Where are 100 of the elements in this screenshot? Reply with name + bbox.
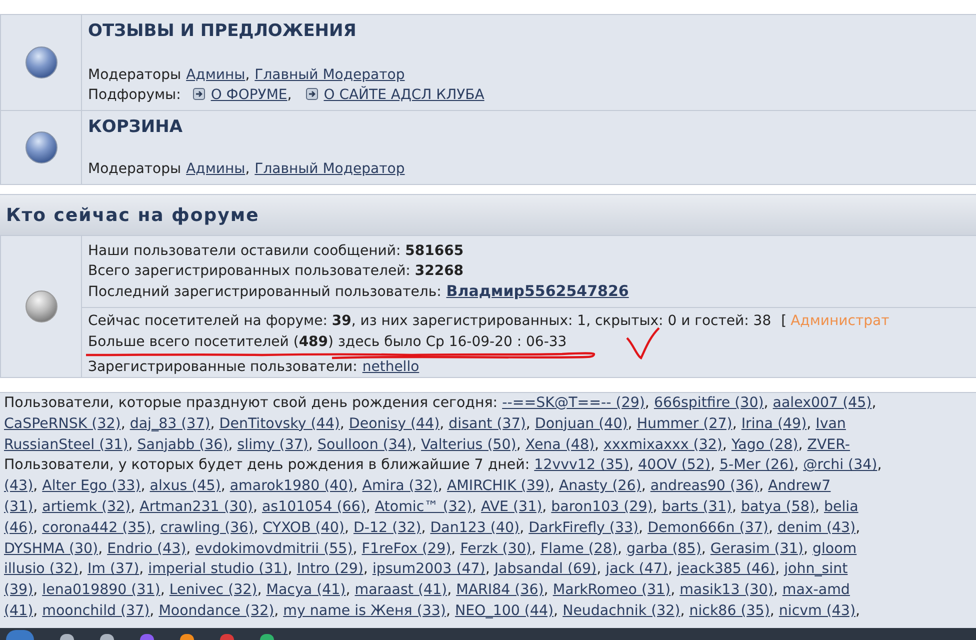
user-link[interactable]: xxxmixaxxx (32) — [604, 436, 722, 453]
user-link[interactable]: Владмир5562547826 — [446, 282, 629, 300]
user-link[interactable]: andreas90 (36) — [650, 478, 760, 494]
user-link[interactable]: aalex007 (45) — [772, 395, 872, 411]
user-link[interactable]: (31) — [4, 498, 34, 515]
user-link[interactable]: barts (31) — [662, 498, 732, 515]
user-link[interactable]: (43) — [4, 478, 34, 494]
subforum-link[interactable]: О ФОРУМЕ — [210, 87, 288, 103]
user-link[interactable]: --==SK@T==-- (29) — [502, 395, 645, 411]
moderator-link[interactable]: Главный Модератор — [254, 67, 405, 83]
user-link[interactable]: Alter Ego (33) — [42, 478, 141, 494]
user-link[interactable]: gloom — [812, 540, 857, 557]
user-link[interactable]: john_sint — [784, 561, 848, 578]
taskbar-app-icon[interactable] — [100, 634, 114, 640]
taskbar-app-icon[interactable] — [260, 634, 274, 640]
user-link[interactable]: Donjuan (40) — [534, 416, 628, 432]
user-link[interactable]: masik13 (30) — [680, 582, 774, 598]
user-link[interactable]: Andrew7 — [768, 478, 831, 494]
user-link[interactable]: Irina (49) — [741, 416, 807, 432]
user-link[interactable]: Endrio (43) — [107, 540, 186, 557]
user-link[interactable]: MarkRomeo (31) — [552, 582, 671, 598]
user-link[interactable]: as101054 (66) — [262, 498, 366, 515]
user-link[interactable]: artiemk (32) — [42, 498, 131, 515]
user-link[interactable]: Gerasim (31) — [710, 540, 804, 557]
user-link[interactable]: jeack385 (46) — [676, 561, 776, 578]
user-link[interactable]: AVE (31) — [481, 498, 542, 515]
user-link[interactable]: F1reFox (29) — [362, 540, 452, 557]
user-link[interactable]: ipsum2003 (47) — [372, 561, 486, 578]
user-link[interactable]: Hummer (27) — [636, 416, 732, 432]
user-link[interactable]: Dan123 (40) — [430, 520, 520, 536]
user-link[interactable]: denim (43) — [777, 520, 856, 536]
user-link[interactable]: alxus (45) — [150, 478, 221, 494]
user-link[interactable]: Artman231 (30) — [140, 498, 253, 515]
user-link[interactable]: jack (47) — [606, 561, 668, 578]
user-link[interactable]: Jabsandal (69) — [494, 561, 597, 578]
user-link[interactable]: CaSPeRNSK (32) — [4, 416, 121, 432]
user-link[interactable]: evdokimovdmitrii (55) — [195, 540, 353, 557]
user-link[interactable]: Lenivec (32) — [169, 582, 258, 598]
user-link[interactable]: Xena (48) — [525, 436, 595, 453]
user-link[interactable]: Im (37) — [88, 561, 140, 578]
user-link[interactable]: DarkFirefly (33) — [528, 520, 639, 536]
user-link[interactable]: 12vvv12 (35) — [534, 457, 630, 474]
user-link[interactable]: imperial studio (31) — [148, 561, 288, 578]
moderator-link[interactable]: Главный Модератор — [254, 161, 405, 177]
user-link[interactable]: lena019890 (31) — [42, 582, 160, 598]
user-link[interactable]: Sanjabb (36) — [137, 436, 228, 453]
taskbar-app-icon[interactable] — [220, 634, 234, 640]
subforum-link[interactable]: О САЙТЕ АДСЛ КЛУБА — [324, 87, 484, 103]
user-link[interactable]: 40OV (52) — [638, 457, 710, 474]
user-link[interactable]: 5-Mer (26) — [719, 457, 794, 474]
user-link[interactable]: my name is Женя (33) — [283, 602, 446, 619]
user-link[interactable]: Soulloon (34) — [317, 436, 412, 453]
user-link[interactable]: max-amd — [782, 582, 850, 598]
user-link[interactable]: crawling (36) — [160, 520, 254, 536]
start-button[interactable] — [6, 630, 34, 640]
user-link[interactable]: corona442 (35) — [42, 520, 152, 536]
user-link[interactable]: Ivan — [816, 416, 846, 432]
user-link[interactable]: Valterius (50) — [421, 436, 516, 453]
user-link[interactable]: moonchild (37) — [42, 602, 150, 619]
user-link[interactable]: (41) — [4, 602, 34, 619]
moderator-link[interactable]: Админы — [186, 67, 246, 83]
user-link[interactable]: RussianSteel (31) — [4, 436, 128, 453]
user-link[interactable]: 666spitfire (30) — [654, 395, 764, 411]
user-link[interactable]: Ferzk (30) — [460, 540, 532, 557]
user-link[interactable]: Intro (29) — [296, 561, 364, 578]
user-link[interactable]: (46) — [4, 520, 34, 536]
forum-title[interactable]: ОТЗЫВЫ И ПРЕДЛОЖЕНИЯ — [88, 19, 356, 43]
user-link[interactable]: nick86 (35) — [689, 602, 770, 619]
user-link[interactable]: Neudachnik (32) — [562, 602, 680, 619]
moderator-link[interactable]: Админы — [186, 161, 246, 177]
user-link[interactable]: DYSHMA (30) — [4, 540, 98, 557]
taskbar-app-icon[interactable] — [140, 634, 154, 640]
user-link[interactable]: Atomic™ (32) — [374, 498, 472, 515]
user-link[interactable]: D-12 (32) — [353, 520, 422, 536]
user-link[interactable]: NEO_100 (44) — [454, 602, 554, 619]
user-link[interactable]: Flame (28) — [540, 540, 618, 557]
user-link[interactable]: daj_83 (37) — [130, 416, 210, 432]
user-link[interactable]: Yago (28) — [731, 436, 798, 453]
user-link[interactable]: nethello — [362, 359, 420, 375]
user-link[interactable]: Macya (41) — [266, 582, 346, 598]
user-link[interactable]: (39) — [4, 582, 34, 598]
user-link[interactable]: baron103 (29) — [551, 498, 653, 515]
user-link[interactable]: Demon666n (37) — [648, 520, 768, 536]
user-link[interactable]: Amira (32) — [362, 478, 438, 494]
user-link[interactable]: garba (85) — [626, 540, 702, 557]
user-link[interactable]: batya (58) — [740, 498, 815, 515]
user-link[interactable]: illusio (32) — [4, 561, 78, 578]
user-link[interactable]: slimy (37) — [237, 436, 308, 453]
user-link[interactable]: CYXOB (40) — [262, 520, 344, 536]
user-link[interactable]: DenTitovsky (44) — [219, 416, 340, 432]
forum-title[interactable]: КОРЗИНА — [88, 115, 182, 139]
taskbar-app-icon[interactable] — [180, 634, 194, 640]
user-link[interactable]: ZVER- — [807, 436, 850, 453]
user-link[interactable]: @rchi (34) — [803, 457, 878, 474]
taskbar-app-icon[interactable] — [60, 634, 74, 640]
user-link[interactable]: belia — [824, 498, 858, 515]
user-link[interactable]: amarok1980 (40) — [230, 478, 354, 494]
user-link[interactable]: maraast (41) — [354, 582, 448, 598]
user-link[interactable]: Anasty (26) — [558, 478, 642, 494]
user-link[interactable]: AMIRCHIK (39) — [446, 478, 550, 494]
